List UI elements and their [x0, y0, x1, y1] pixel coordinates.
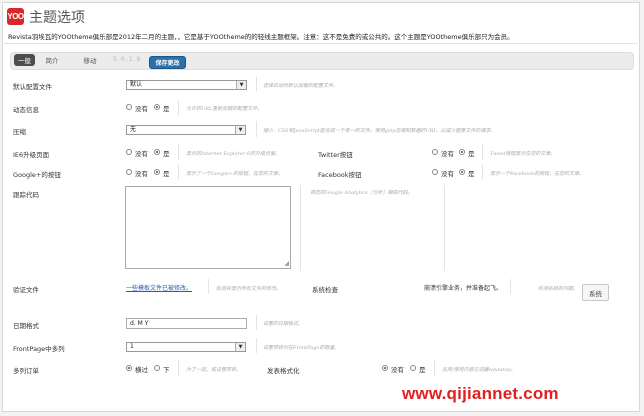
facebook-label: Facebook按钮	[318, 171, 362, 179]
facebook-yes-radio[interactable]	[459, 169, 465, 175]
system-check-label: 系统检查	[312, 286, 338, 294]
date-format-input[interactable]: d. M Y	[126, 318, 247, 329]
tab-general[interactable]: 一般	[14, 54, 35, 66]
google-yes-text: 是	[163, 170, 170, 178]
dynamic-yes-text: 是	[163, 105, 170, 113]
ie6-desc: 显示的Internet Explorer 6的升级页面。	[186, 151, 281, 157]
divider	[256, 77, 257, 91]
system-check-desc: 检测系统的问题。	[538, 286, 579, 292]
frontpage-items-select[interactable]: 1 ▼	[126, 342, 246, 352]
site-watermark: www.qijiannet.com	[402, 384, 559, 403]
divider	[510, 279, 511, 294]
google-no-radio[interactable]	[126, 169, 132, 175]
divider	[256, 315, 257, 330]
multi-order-down-radio[interactable]	[154, 365, 160, 371]
google-no-text: 没有	[135, 170, 148, 178]
multi-order-down-text: 下	[163, 366, 170, 374]
twitter-no-text: 没有	[441, 150, 454, 158]
ie6-label: IE6升级页面	[13, 151, 50, 159]
ie6-yes-text: 是	[163, 150, 170, 158]
multi-order-across-radio[interactable]	[126, 365, 132, 371]
system-check-button[interactable]: 系统	[582, 284, 609, 301]
facebook-no-text: 没有	[441, 170, 454, 178]
date-format-label: 日期格式	[13, 322, 39, 330]
google-desc: 显示了一个Google+的按钮，在您的文章。	[186, 171, 283, 177]
compress-label: 压缩	[13, 128, 26, 136]
divider	[300, 185, 301, 271]
multi-order-label: 多列订单	[13, 367, 39, 375]
save-changes-button[interactable]: 保存更改	[149, 56, 186, 69]
default-config-value: 默认	[130, 81, 143, 88]
compress-desc: 缩小、CSS和JavaScript能合成一个单一的文件。使用gzip压缩和数据的…	[263, 128, 496, 134]
twitter-yes-radio[interactable]	[459, 149, 465, 155]
tab-profiles[interactable]: 简介	[40, 54, 64, 66]
twitter-desc: Tweet按钮显示在您的文章。	[490, 151, 556, 157]
facebook-no-radio[interactable]	[432, 169, 438, 175]
divider	[208, 279, 209, 294]
divider	[178, 361, 179, 376]
twitter-no-radio[interactable]	[432, 149, 438, 155]
multi-order-across-text: 横过	[135, 366, 148, 374]
facebook-desc: 显示一个Facebook的按钮，在您的文章。	[490, 171, 585, 177]
frontpage-items-value: 1	[130, 343, 134, 350]
tracking-code-textarea[interactable]: ◢	[125, 186, 291, 269]
multi-order-desc: 为了一起，或设置项目。	[186, 367, 242, 373]
divider	[256, 121, 257, 137]
divider	[178, 165, 179, 180]
google-label: Google+的按钮	[13, 171, 61, 179]
divider	[434, 361, 435, 376]
divider	[178, 100, 179, 115]
verify-desc: 检测并显示所有文件的修改。	[216, 286, 282, 292]
chevron-down-icon[interactable]: ▼	[236, 81, 246, 89]
verify-files-link[interactable]: 一些模板文件已被修改。	[126, 283, 192, 292]
ie6-no-radio[interactable]	[126, 149, 132, 155]
publish-format-desc: 应用/使用内容过滤器wpautop。	[442, 367, 516, 373]
tracking-label: 跟踪代码	[13, 191, 39, 199]
divider	[2, 43, 638, 44]
publish-format-yes-radio[interactable]	[410, 365, 416, 371]
twitter-label: Twitter按钮	[318, 151, 353, 159]
dynamic-no-radio[interactable]	[126, 104, 132, 110]
system-check-status: 崩溃引擎业务，并准备起飞。	[424, 285, 503, 292]
yootheme-logo: YOO	[7, 8, 24, 25]
ie6-no-text: 没有	[135, 150, 148, 158]
tracking-desc: 将您的Google Analytics（分析）跟踪代码。	[310, 190, 413, 196]
frontpage-items-label: FrontPage中多列	[13, 345, 65, 353]
default-config-desc: 选择启动时默认加载的配置文件。	[263, 83, 339, 89]
date-format-desc: 设置的日期格式。	[263, 321, 304, 327]
page-title: 主题选项	[29, 10, 85, 26]
dynamic-no-text: 没有	[135, 105, 148, 113]
chevron-down-icon[interactable]: ▼	[235, 126, 245, 134]
default-config-select[interactable]: 默认 ▼	[126, 80, 247, 90]
publish-format-yes-text: 是	[419, 366, 426, 374]
divider	[482, 145, 483, 160]
twitter-yes-text: 是	[468, 150, 475, 158]
divider	[482, 165, 483, 180]
dynamic-yes-radio[interactable]	[154, 104, 160, 110]
divider	[444, 185, 445, 271]
default-config-label: 默认配置文件	[13, 83, 52, 91]
dynamic-desc: 允许的URL重新加载的配置文件。	[186, 106, 263, 112]
publish-format-no-text: 没有	[391, 366, 404, 374]
publish-format-no-radio[interactable]	[382, 365, 388, 371]
facebook-yes-text: 是	[468, 170, 475, 178]
compress-value: 无	[130, 126, 137, 133]
divider	[256, 338, 257, 353]
compress-select[interactable]: 无 ▼	[126, 125, 246, 135]
dynamic-label: 动态信息	[13, 106, 39, 114]
publish-format-label: 发表格式化	[267, 367, 300, 375]
verify-label: 验证文件	[13, 286, 39, 294]
version-label: 5.0.1.8	[113, 55, 141, 63]
frontpage-items-desc: 设置项目列在FrontPage的数量。	[263, 345, 340, 351]
divider	[178, 145, 179, 160]
theme-intro: Revista羽埃瓦的YOOtheme俱乐部是2012年二月的主题，，它是基于Y…	[8, 33, 514, 41]
ie6-yes-radio[interactable]	[154, 149, 160, 155]
google-yes-radio[interactable]	[154, 169, 160, 175]
tab-mobile[interactable]: 移动	[76, 54, 104, 66]
chevron-down-icon[interactable]: ▼	[235, 343, 245, 351]
resize-grip-icon[interactable]: ◢	[284, 261, 289, 267]
